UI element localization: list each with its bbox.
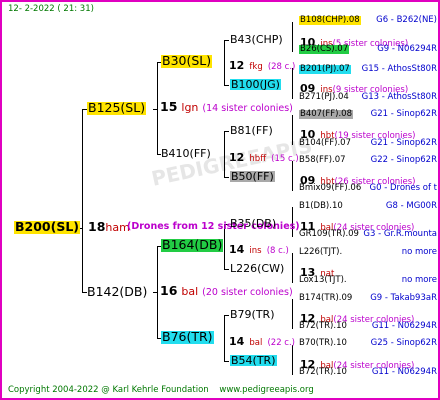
- gen5-tail-0: G6 - B262(NE): [376, 15, 437, 25]
- gen5-code-8[interactable]: B1(DB).10: [299, 202, 343, 211]
- gen3-c-drone: 14 ins (8 c.): [229, 240, 289, 256]
- gen3-a-code[interactable]: B30(SL): [161, 54, 213, 68]
- gen5-code-4[interactable]: B407(FF).08: [299, 110, 353, 119]
- gen3-a-num: 12: [229, 59, 245, 72]
- date-header: 12- 2-2022 ( 21: 31): [8, 4, 94, 14]
- gen3-d-num: 14: [229, 335, 245, 348]
- gen5-code-9[interactable]: GR109(TR).09: [299, 230, 359, 239]
- gen5-code-7[interactable]: Bmix09(FF).06: [299, 184, 361, 193]
- gen5-tail-10: no more: [401, 247, 437, 257]
- gen2-top-drone: 15 lgn (14 sister colonies): [160, 99, 293, 114]
- gen5-tail-5: G21 - Sinop62R: [370, 138, 437, 148]
- gen3-b-drone: 12 hbff (15 c.): [229, 148, 299, 164]
- gen3-b-sisters: (15 c.): [271, 154, 299, 164]
- gen5-tail-7: G0 - Drones of t: [369, 183, 438, 193]
- gen2-bottom-name: bal: [181, 285, 199, 298]
- gen5-code-0[interactable]: B108(CHP).08: [299, 16, 361, 25]
- gen5-code-10[interactable]: L226(TJT).: [299, 248, 342, 257]
- gen5-code-2[interactable]: B201(PJ).07: [299, 65, 351, 74]
- gen5-tail-9: G3 - Gr.R.mounta: [363, 229, 437, 239]
- gen4-c2-code[interactable]: L226(CW): [230, 263, 284, 274]
- gen2-bottom-code[interactable]: B142(DB): [87, 285, 147, 299]
- gen5-code-13[interactable]: B72(TR).10: [299, 322, 347, 331]
- gen3-d-drone: 14 bal (22 c.): [229, 332, 295, 348]
- gen3-c-num: 14: [229, 243, 245, 256]
- gen3-a-sisters: (28 c.): [267, 62, 296, 72]
- gen2-bottom-drone: 16 bal (20 sister colonies): [160, 283, 293, 298]
- gen3-a-drone: 12 fkg (28 c.): [229, 56, 295, 72]
- gen3-b-num: 12: [229, 151, 245, 164]
- gen3-b-name: hbff: [249, 154, 267, 164]
- gen3-a-name: fkg: [249, 62, 263, 72]
- gen3-b-code[interactable]: B410(FF): [161, 148, 211, 159]
- gen2-top-sisters: (14 sister colonies): [202, 103, 293, 114]
- gen5-tail-12: G9 - Takab93aR: [370, 293, 437, 303]
- gen5-tail-15: G11 - N06294R: [371, 367, 437, 377]
- footer-copyright: Copyright 2004-2022 @ Karl Kehrle Founda…: [8, 385, 209, 395]
- gen2-bottom-num: 16: [160, 283, 178, 298]
- gen4-b1-code[interactable]: B81(FF): [230, 125, 273, 136]
- gen5-tail-11: no more: [401, 275, 437, 285]
- root-drone-num: 18: [88, 219, 106, 234]
- gen2-top-name: lgn: [181, 101, 199, 114]
- gen2-top-num: 15: [160, 99, 178, 114]
- gen5-tail-14: G25 - Sinop62R: [370, 338, 437, 348]
- gen5-code-15[interactable]: B72(TR).10: [299, 368, 347, 377]
- gen5-tail-4: G21 - Sinop62R: [370, 109, 437, 119]
- gen5-code-14[interactable]: B70(TR).10: [299, 339, 347, 348]
- gen5-tail-2: G15 - AthosSt80R: [361, 64, 437, 74]
- gen3-d-code[interactable]: B76(TR): [161, 330, 214, 344]
- gen2-top-code[interactable]: B125(SL): [87, 101, 147, 115]
- gen5-code-5[interactable]: B104(FF).07: [299, 139, 351, 148]
- footer-website[interactable]: www.pedigreeapis.org: [219, 385, 313, 395]
- gen5-code-6[interactable]: B58(FF).07: [299, 156, 346, 165]
- gen2-bottom-sisters: (20 sister colonies): [202, 287, 293, 298]
- root-drone-line: 18ham: [88, 219, 130, 234]
- gen4-d1-code[interactable]: B79(TR): [230, 309, 275, 320]
- gen3-c-name: ins: [249, 246, 262, 256]
- gen3-c-sisters: (8 c.): [266, 246, 289, 256]
- gen5-tail-8: G8 - MG00R: [385, 201, 437, 211]
- gen3-d-sisters: (22 c.): [267, 338, 295, 348]
- gen5-code-11[interactable]: Lox13(TJT).: [299, 276, 347, 285]
- gen5-tail-1: G9 - N06294R: [377, 44, 437, 54]
- gen3-d-name: bal: [249, 338, 263, 348]
- footer-line: Copyright 2004-2022 @ Karl Kehrle Founda…: [8, 386, 314, 395]
- gen4-a2-code[interactable]: B100(JG): [230, 79, 281, 90]
- gen5-tail-3: G13 - AthosSt80R: [361, 92, 437, 102]
- gen5-code-12[interactable]: B174(TR).09: [299, 294, 352, 303]
- gen5-tail-13: G11 - N06294R: [371, 321, 437, 331]
- root-queen[interactable]: B200(SL): [14, 220, 81, 234]
- gen5-code-3[interactable]: B271(PJ).04: [299, 93, 349, 102]
- gen4-c1-code[interactable]: B35(DB): [230, 218, 276, 229]
- gen3-c-code[interactable]: B164(DB): [161, 238, 224, 252]
- gen5-code-1[interactable]: B26(CS).07: [299, 45, 350, 54]
- gen4-b2-code[interactable]: B50(FF): [230, 171, 275, 182]
- gen5-tail-6: G22 - Sinop62R: [370, 155, 437, 165]
- gen4-d2-code[interactable]: B54(TR): [230, 355, 277, 366]
- gen4-a1-code[interactable]: B43(CHP): [230, 34, 283, 45]
